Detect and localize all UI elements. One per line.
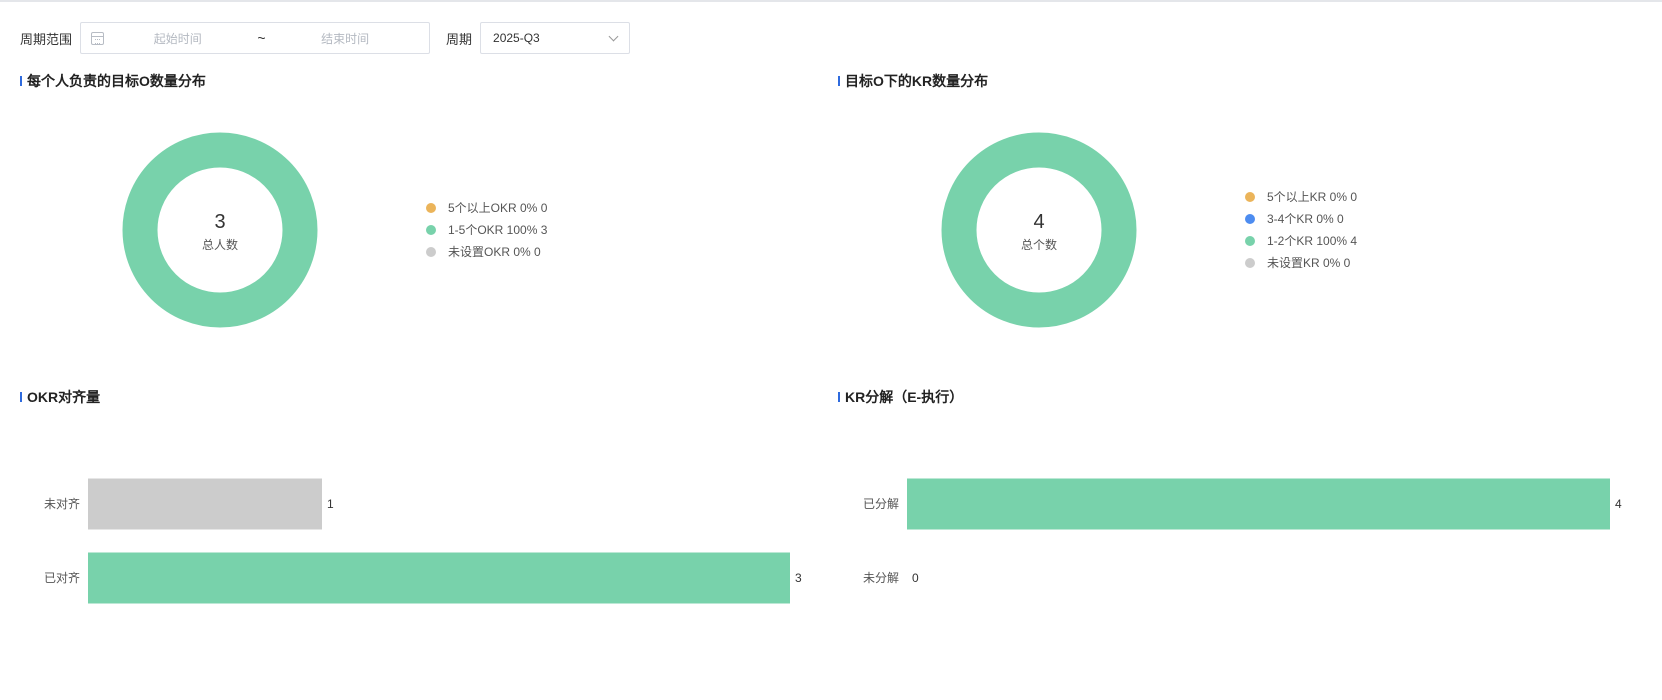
legend-item: 5个以上KR 0% 0 xyxy=(1267,190,1357,204)
bar-value-label: 1 xyxy=(327,497,334,511)
bar-category-label: 未对齐 xyxy=(44,496,80,511)
donut-center-label: 总个数 xyxy=(1021,237,1057,252)
bar[interactable] xyxy=(88,478,322,530)
legend-item: 未设置KR 0% 0 xyxy=(1267,256,1351,270)
legend-dot xyxy=(1245,236,1255,246)
bar-value-label: 3 xyxy=(795,571,802,585)
donut-center-label: 总人数 xyxy=(202,237,238,252)
legend-item: 未设置OKR 0% 0 xyxy=(448,245,541,259)
legend-dot xyxy=(1245,214,1255,224)
legend-dot xyxy=(1245,192,1255,202)
legend-item: 5个以上OKR 0% 0 xyxy=(448,201,548,215)
bar[interactable] xyxy=(88,552,790,604)
bar-category-label: 未分解 xyxy=(863,571,899,585)
legend-dot xyxy=(426,225,436,235)
donut-center-value: 4 xyxy=(1033,211,1044,233)
bar[interactable] xyxy=(907,478,1610,530)
legend-item: 1-2个KR 100% 4 xyxy=(1267,234,1357,248)
bar-category-label: 已对齐 xyxy=(44,570,80,585)
bar-category-label: 已分解 xyxy=(863,497,899,511)
legend-dot xyxy=(1245,258,1255,268)
legend-dot xyxy=(426,247,436,257)
legend-item: 1-5个OKR 100% 3 xyxy=(448,223,548,237)
donut-center-value: 3 xyxy=(214,211,225,233)
charts-canvas: 3 总人数 5个以上OKR 0% 0 1-5个OKR 100% 3 未设置OKR 0% … xyxy=(44,132,1622,604)
bar-value-label: 0 xyxy=(912,571,919,585)
bar-value-label: 4 xyxy=(1615,497,1622,511)
legend-item: 3-4个KR 0% 0 xyxy=(1267,212,1344,226)
legend-dot xyxy=(426,203,436,213)
